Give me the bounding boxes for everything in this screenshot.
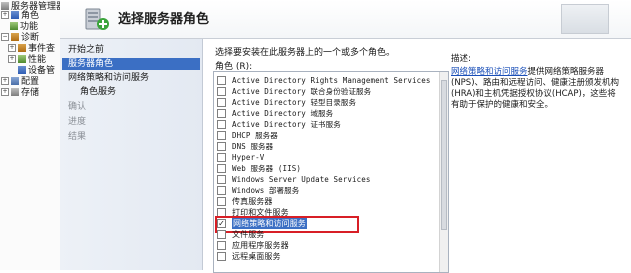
role-item[interactable]: DHCP 服务器 bbox=[217, 130, 278, 141]
role-item[interactable]: 应用程序服务器 bbox=[217, 240, 289, 251]
role-item[interactable]: Web 服务器 (IIS) bbox=[217, 163, 301, 174]
features-icon bbox=[10, 21, 18, 30]
role-checkbox[interactable] bbox=[217, 120, 226, 129]
description-title: 描述: bbox=[451, 54, 471, 64]
role-checkbox[interactable] bbox=[217, 76, 226, 85]
nav-item-role-services[interactable]: 角色服务 bbox=[80, 86, 116, 98]
tree-item-storage[interactable]: + 存储 bbox=[1, 86, 39, 98]
role-item[interactable]: DNS 服务器 bbox=[217, 141, 273, 152]
wizard-main: 选择要安装在此服务器上的一个或多个角色。 角色 (R): Active Dire… bbox=[203, 39, 631, 273]
role-checkbox[interactable] bbox=[217, 186, 226, 195]
role-item[interactable]: 打印和文件服务 bbox=[217, 207, 289, 218]
wizard-title: 选择服务器角色 bbox=[118, 12, 210, 27]
add-roles-wizard: 选择服务器角色 开始之前 服务器角色 网络策略和访问服务 角色服务 确认 进度 … bbox=[60, 0, 631, 273]
role-checkbox[interactable] bbox=[217, 131, 226, 140]
expander-icon[interactable]: + bbox=[8, 43, 16, 52]
role-item[interactable]: Active Directory 联合身份验证服务 bbox=[217, 86, 371, 97]
role-item[interactable]: Hyper-V bbox=[217, 152, 264, 163]
header-decoration bbox=[561, 4, 609, 34]
role-item[interactable]: 远程桌面服务 bbox=[217, 251, 281, 262]
role-checkbox[interactable] bbox=[217, 241, 226, 250]
expander-icon[interactable]: + bbox=[1, 10, 9, 19]
role-item[interactable]: Active Directory 轻型目录服务 bbox=[217, 97, 356, 108]
performance-icon bbox=[18, 54, 26, 63]
scrollbar-thumb[interactable] bbox=[441, 80, 447, 230]
wizard-header: 选择服务器角色 bbox=[60, 0, 631, 39]
role-item[interactable]: Windows 部署服务 bbox=[217, 185, 299, 196]
role-checkbox-checked[interactable]: ✓ bbox=[217, 219, 226, 228]
role-checkbox[interactable] bbox=[217, 197, 226, 206]
event-viewer-icon bbox=[18, 43, 26, 52]
role-checkbox[interactable] bbox=[217, 252, 226, 261]
description-body: 网络策略和访问服务提供网络策略服务器(NPS)、路由和远程访问、健康注册颁发机构… bbox=[451, 67, 621, 111]
description-panel: 描述: 网络策略和访问服务提供网络策略服务器(NPS)、路由和远程访问、健康注册… bbox=[451, 54, 621, 111]
role-checkbox[interactable] bbox=[217, 142, 226, 151]
nav-item-results: 结果 bbox=[68, 132, 87, 142]
server-roles-icon bbox=[85, 8, 109, 30]
role-item[interactable]: 文件服务 bbox=[217, 229, 264, 240]
role-checkbox[interactable] bbox=[217, 230, 226, 239]
nav-item-server-roles[interactable]: 服务器角色 bbox=[62, 58, 200, 70]
role-item[interactable]: Active Directory 证书服务 bbox=[217, 119, 341, 130]
instruction-text: 选择要安装在此服务器上的一个或多个角色。 bbox=[215, 48, 396, 58]
role-checkbox[interactable] bbox=[217, 208, 226, 217]
expander-icon[interactable]: + bbox=[1, 87, 9, 96]
expander-icon[interactable]: + bbox=[1, 76, 9, 85]
configuration-icon bbox=[11, 76, 19, 85]
role-checkbox[interactable] bbox=[217, 98, 226, 107]
diagnostics-icon bbox=[11, 32, 19, 41]
role-checkbox[interactable] bbox=[217, 109, 226, 118]
role-checkbox[interactable] bbox=[217, 153, 226, 162]
expander-icon[interactable]: + bbox=[8, 54, 16, 63]
role-item-selected[interactable]: ✓ 网络策略和访问服务 bbox=[215, 216, 359, 233]
role-item[interactable]: Active Directory Rights Management Servi… bbox=[217, 75, 430, 86]
nav-item-before-you-begin[interactable]: 开始之前 bbox=[68, 44, 104, 56]
role-item[interactable]: Windows Server Update Services bbox=[217, 174, 370, 185]
device-manager-icon bbox=[18, 65, 26, 74]
description-link[interactable]: 网络策略和访问服务 bbox=[451, 67, 528, 77]
expander-icon[interactable]: − bbox=[1, 32, 9, 41]
roles-scrollbar[interactable] bbox=[439, 72, 448, 272]
nav-item-network-policy[interactable]: 网络策略和访问服务 bbox=[68, 72, 149, 84]
wizard-nav: 开始之前 服务器角色 网络策略和访问服务 角色服务 确认 进度 结果 bbox=[60, 39, 203, 270]
roles-list[interactable]: Active Directory Rights Management Servi… bbox=[213, 71, 449, 273]
roles-icon bbox=[11, 10, 19, 19]
role-checkbox[interactable] bbox=[217, 87, 226, 96]
role-item[interactable]: Active Directory 域服务 bbox=[217, 108, 333, 119]
mmc-tree-pane: 服务器管理器 + 角色 功能 − 诊断 + 事件查 + 性能 设备管 + 配置 … bbox=[0, 0, 65, 270]
storage-icon bbox=[11, 87, 19, 96]
nav-item-progress: 进度 bbox=[68, 117, 87, 127]
role-checkbox[interactable] bbox=[217, 164, 226, 173]
role-checkbox[interactable] bbox=[217, 175, 226, 184]
nav-item-confirmation: 确认 bbox=[68, 102, 87, 112]
role-item[interactable]: 传真服务器 bbox=[217, 196, 273, 207]
